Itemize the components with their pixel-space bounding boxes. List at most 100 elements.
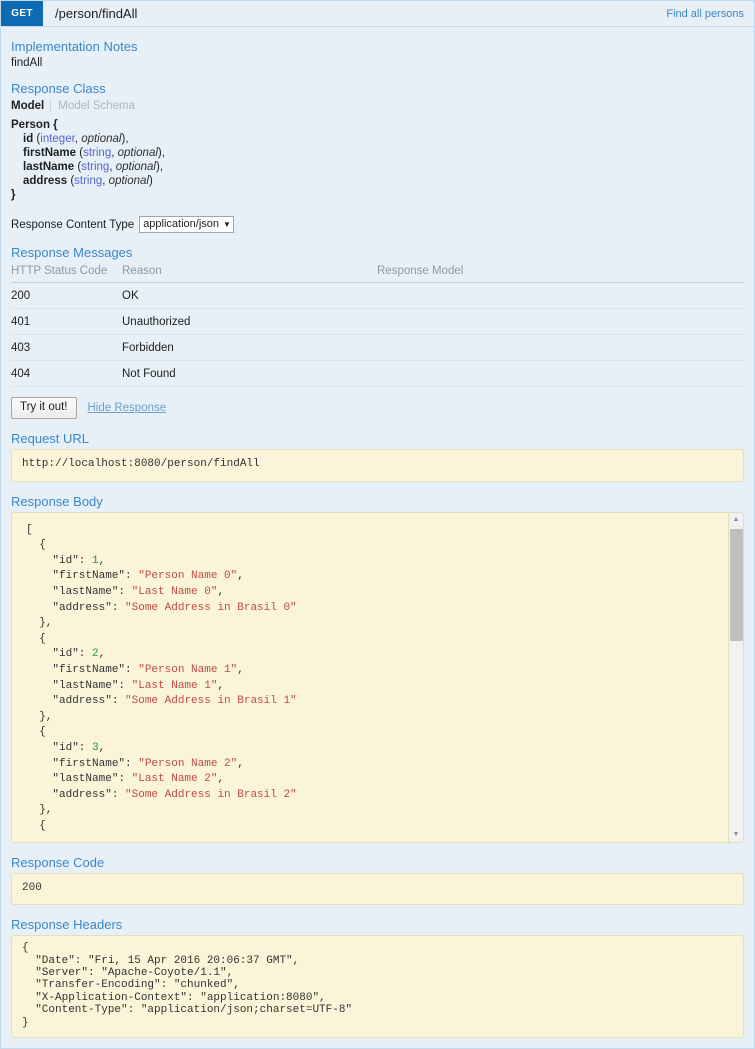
column-response-model: Response Model [377, 263, 744, 283]
json-value-firstname: "Person Name 0" [138, 570, 237, 582]
response-messages-body: 200OK401Unauthorized403Forbidden404Not F… [11, 283, 744, 387]
table-row: 403Forbidden [11, 335, 744, 361]
response-messages-heading: Response Messages [11, 245, 744, 260]
reason-cell: OK [122, 283, 377, 309]
response-content-type-select[interactable]: application/json ▼ [139, 216, 234, 233]
chevron-down-icon: ▼ [223, 221, 231, 229]
column-reason: Reason [122, 263, 377, 283]
model-property: lastName (string, optional), [11, 160, 744, 174]
json-object-open: { [26, 726, 46, 738]
response-model-cell [377, 361, 744, 387]
json-object-close: }, [26, 711, 52, 723]
response-messages-table: HTTP Status Code Reason Response Model 2… [11, 263, 744, 387]
response-code-cell: 403 [11, 335, 122, 361]
response-body-scrollbar[interactable]: ▲ ▼ [728, 513, 743, 842]
operation-panel: GET /person/findAll Find all persons Imp… [0, 0, 755, 1049]
json-key-lastname: "lastName": [26, 773, 132, 785]
operation-body: Implementation Notes findAll Response Cl… [1, 27, 754, 1048]
json-value-address: "Some Address in Brasil 2" [125, 789, 297, 801]
json-key-firstname: "firstName": [26, 758, 138, 770]
response-content-type-value: application/json [143, 218, 219, 231]
json-comma: , [99, 555, 106, 567]
model-property: id (integer, optional), [11, 132, 744, 146]
response-body-json: [ { "id": 1, "firstName": "Person Name 0… [12, 513, 743, 835]
response-body-heading: Response Body [11, 494, 744, 509]
response-headers-json: { "Date": "Fri, 15 Apr 2016 20:06:37 GMT… [11, 935, 744, 1038]
response-model-cell [377, 309, 744, 335]
caret-down-icon[interactable]: ▼ [729, 828, 743, 842]
scrollbar-thumb[interactable] [730, 529, 743, 641]
implementation-notes-heading: Implementation Notes [11, 39, 744, 54]
json-value-id: 1 [92, 555, 99, 567]
response-body-box: [ { "id": 1, "firstName": "Person Name 0… [11, 512, 744, 843]
json-key-id: "id": [26, 555, 92, 567]
json-array-open: [ [26, 524, 33, 536]
model-class-open: Person { [11, 118, 744, 132]
tab-model-schema[interactable]: Model Schema [50, 100, 141, 112]
operation-summary-link[interactable]: Find all persons [666, 1, 754, 26]
model-property-name: address [23, 175, 70, 187]
json-key-lastname: "lastName": [26, 680, 132, 692]
json-key-id: "id": [26, 648, 92, 660]
response-content-type-row: Response Content Type application/json ▼ [11, 216, 744, 233]
json-object-close: }, [26, 804, 52, 816]
json-value-id: 2 [92, 648, 99, 660]
json-key-address: "address": [26, 602, 125, 614]
model-property-paren-close: ), [156, 161, 163, 173]
model-signature: Person { id (integer, optional),firstNam… [11, 118, 744, 202]
response-code-value: 200 [11, 873, 744, 906]
operation-header[interactable]: GET /person/findAll Find all persons [1, 1, 754, 27]
model-property-paren-close: ) [149, 175, 153, 187]
json-object-close: }, [26, 617, 52, 629]
model-property-name: id [23, 133, 36, 145]
reason-cell: Not Found [122, 361, 377, 387]
json-comma: , [237, 664, 244, 676]
table-header-row: HTTP Status Code Reason Response Model [11, 263, 744, 283]
caret-up-icon[interactable]: ▲ [729, 513, 743, 527]
json-value-lastname: "Last Name 1" [132, 680, 218, 692]
model-property-name: lastName [23, 161, 77, 173]
model-property-required: optional [81, 133, 121, 145]
json-value-lastname: "Last Name 2" [132, 773, 218, 785]
json-value-lastname: "Last Name 0" [132, 586, 218, 598]
model-property-paren-close: ), [121, 133, 128, 145]
response-code-cell: 200 [11, 283, 122, 309]
model-property: address (string, optional) [11, 174, 744, 188]
operation-path[interactable]: /person/findAll [43, 1, 666, 26]
response-code-cell: 404 [11, 361, 122, 387]
model-property-required: optional [118, 147, 158, 159]
table-row: 200OK [11, 283, 744, 309]
implementation-notes-text: findAll [11, 57, 744, 69]
request-url-value: http://localhost:8080/person/findAll [11, 449, 744, 482]
json-comma: , [237, 758, 244, 770]
model-property-required: optional [116, 161, 156, 173]
json-object-open: { [26, 633, 46, 645]
model-tabs[interactable]: Model Model Schema [11, 100, 744, 112]
model-property-type: string [83, 147, 111, 159]
response-model-cell [377, 283, 744, 309]
column-http-status-code: HTTP Status Code [11, 263, 122, 283]
try-it-out-button[interactable]: Try it out! [11, 397, 77, 419]
hide-response-link[interactable]: Hide Response [88, 402, 167, 414]
response-code-cell: 401 [11, 309, 122, 335]
json-key-id: "id": [26, 742, 92, 754]
json-comma: , [217, 680, 224, 692]
model-property: firstName (string, optional), [11, 146, 744, 160]
response-class-heading: Response Class [11, 81, 744, 96]
model-property-type: string [74, 175, 102, 187]
json-value-id: 3 [92, 742, 99, 754]
action-row: Try it out! Hide Response [11, 397, 744, 419]
json-comma: , [217, 586, 224, 598]
http-method-badge: GET [1, 1, 43, 26]
json-comma: , [217, 773, 224, 785]
json-key-address: "address": [26, 695, 125, 707]
model-class-close: } [11, 188, 744, 202]
json-value-firstname: "Person Name 1" [138, 664, 237, 676]
tab-model[interactable]: Model [11, 100, 50, 112]
table-row: 404Not Found [11, 361, 744, 387]
table-row: 401Unauthorized [11, 309, 744, 335]
model-property-list: id (integer, optional),firstName (string… [11, 132, 744, 188]
json-key-firstname: "firstName": [26, 570, 138, 582]
reason-cell: Forbidden [122, 335, 377, 361]
response-headers-heading: Response Headers [11, 917, 744, 932]
